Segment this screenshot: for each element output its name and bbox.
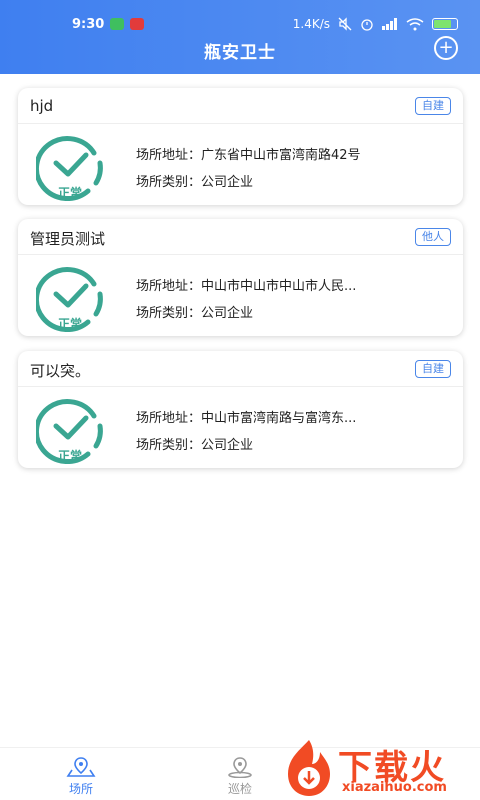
- place-address: 场所地址：广东省中山市富湾南路42号: [136, 148, 361, 163]
- ownership-tag: 自建: [415, 360, 451, 378]
- ownership-tag: 他人: [415, 228, 451, 246]
- watermark-domain: xiazaihuo.com: [342, 780, 447, 795]
- place-title: 可以突。: [30, 362, 91, 380]
- battery-icon: [432, 18, 458, 30]
- place-address: 场所地址：中山市富湾南路与富湾东...: [136, 411, 357, 426]
- place-card[interactable]: 管理员测试 他人 正常 场所地址：中山市中山市中山市人民... 场所类别：公司企…: [18, 219, 463, 336]
- place-type: 场所类别：公司企业: [136, 175, 254, 190]
- nav-item-places[interactable]: 场所: [41, 756, 121, 797]
- status-label: 正常: [57, 186, 82, 200]
- add-place-button[interactable]: +: [434, 36, 458, 60]
- status-right: 1.4K/s: [293, 17, 458, 31]
- status-label: 正常: [57, 317, 82, 331]
- status-bar: 9:30 1.4K/s: [0, 0, 480, 36]
- netease-icon: [130, 18, 144, 30]
- app-header: 9:30 1.4K/s 瓶安卫士 +: [0, 0, 480, 74]
- patrol-pin-icon: [228, 757, 252, 778]
- plus-circle-icon: +: [438, 37, 454, 58]
- wifi-icon: [406, 17, 424, 30]
- place-address: 场所地址：中山市中山市中山市人民...: [136, 279, 357, 294]
- ownership-tag: 自建: [415, 97, 451, 115]
- map-pin-icon: [66, 757, 96, 777]
- place-title: 管理员测试: [30, 230, 106, 248]
- network-speed: 1.4K/s: [292, 17, 330, 31]
- status-app-icons: [110, 18, 144, 30]
- place-card[interactable]: 可以突。 自建 正常 场所地址：中山市富湾南路与富湾东... 场所类别：公司企业: [18, 351, 463, 468]
- wechat-icon: [110, 18, 124, 30]
- status-time: 9:30: [72, 17, 105, 32]
- card-header: 管理员测试 他人: [18, 219, 463, 255]
- alarm-icon: [361, 19, 373, 31]
- place-title: hjd: [30, 97, 54, 115]
- place-type: 场所类别：公司企业: [136, 306, 254, 321]
- nav-item-patrol[interactable]: 巡检: [200, 756, 280, 797]
- flame-icon: [288, 740, 330, 796]
- watermark-logo: 下载火 xiazaihuo.com: [280, 736, 480, 800]
- mute-icon: [338, 17, 352, 31]
- card-header: hjd 自建: [18, 88, 463, 124]
- place-card[interactable]: hjd 自建 正常 场所地址：广东省中山市富湾南路42号 场所类别：公司企业: [18, 88, 463, 205]
- status-label: 正常: [57, 449, 82, 463]
- card-header: 可以突。 自建: [18, 351, 463, 387]
- page-title: 瓶安卫士: [204, 43, 276, 63]
- nav-label-places: 场所: [68, 782, 93, 796]
- nav-label-patrol: 巡检: [227, 782, 252, 796]
- signal-icon: [382, 18, 397, 30]
- place-type: 场所类别：公司企业: [136, 438, 254, 453]
